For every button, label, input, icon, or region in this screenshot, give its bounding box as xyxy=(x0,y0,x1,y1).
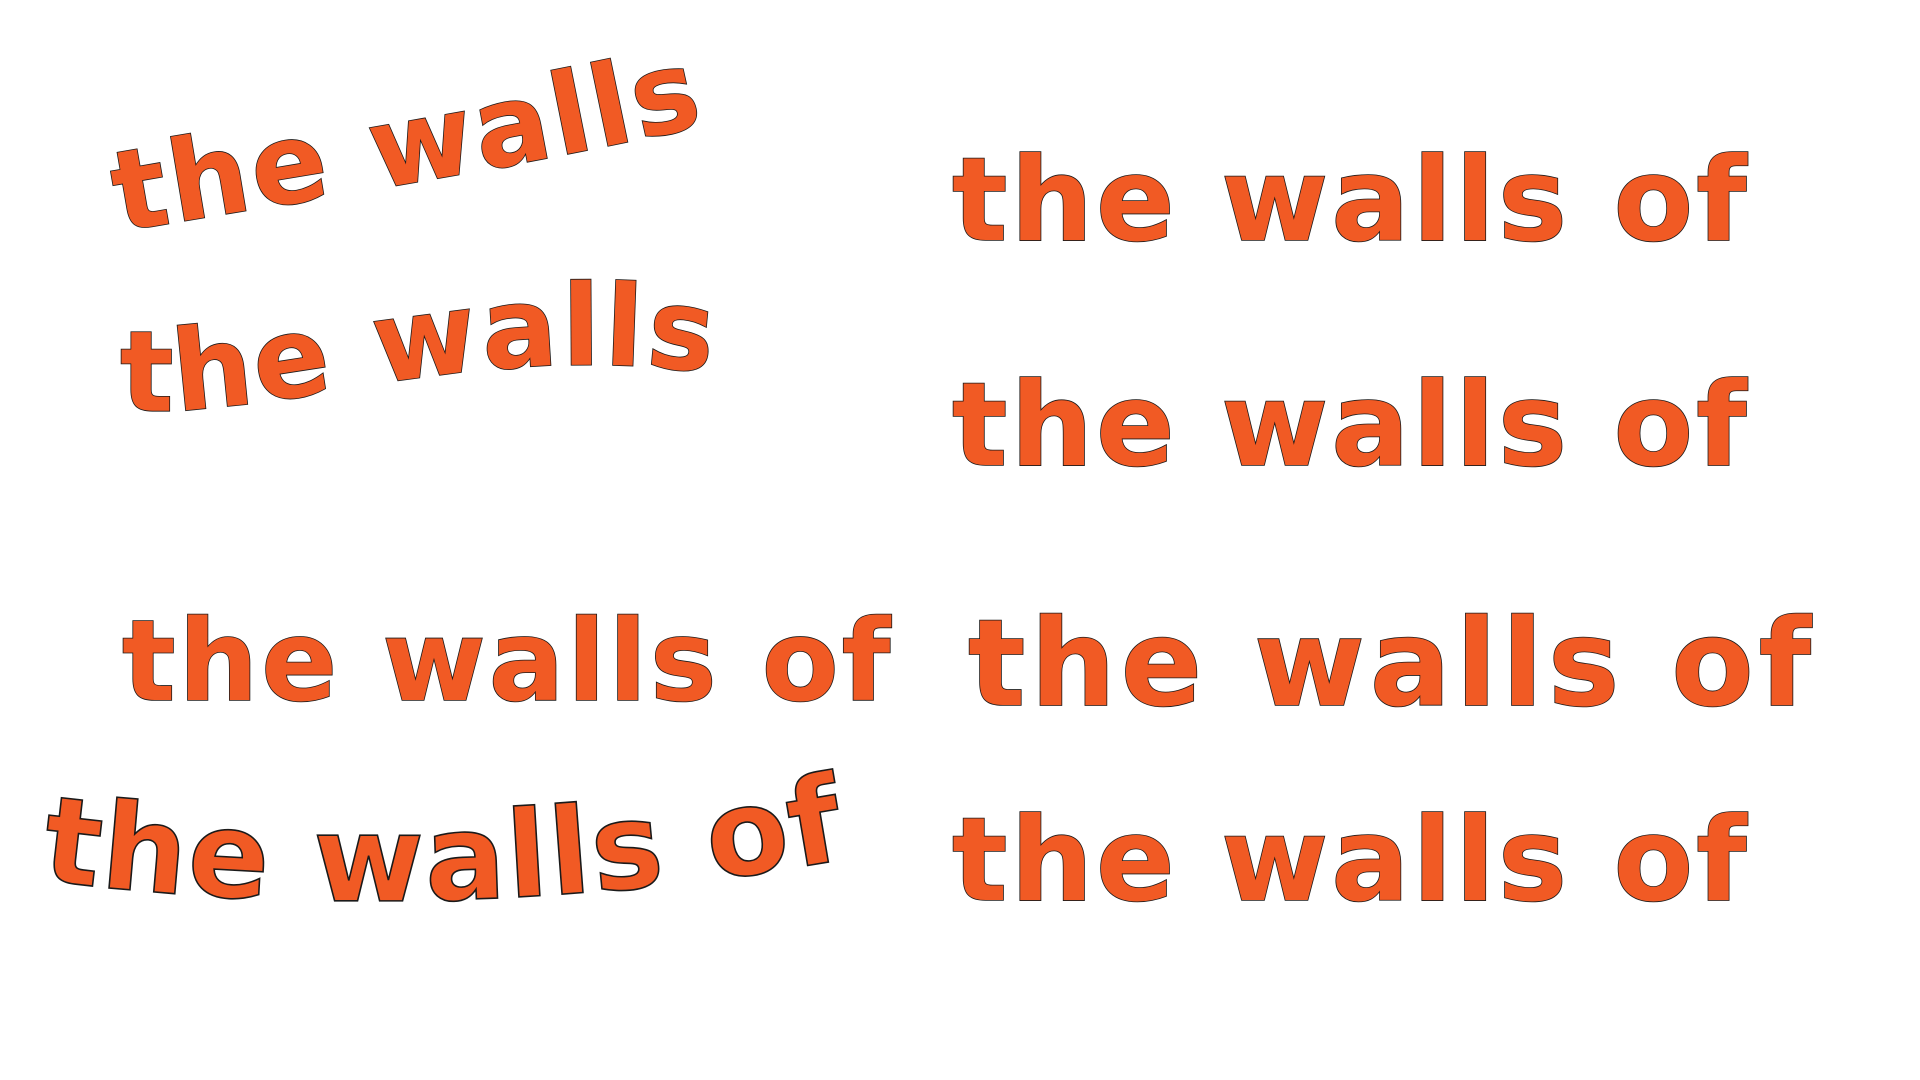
text-sample-right-4[interactable]: the walls of xyxy=(951,792,1750,929)
text-sample-right-2[interactable]: the walls of xyxy=(951,357,1750,494)
text-sample-plain-left[interactable]: the walls of xyxy=(121,596,893,728)
text-sample-right-3[interactable]: the walls of xyxy=(967,594,1816,735)
text-effects-canvas: the walls of the walls of the walls of t… xyxy=(0,0,1920,1080)
text-sample-right-1[interactable]: the walls of xyxy=(951,132,1750,269)
right-2-text-label: the walls of xyxy=(952,358,1750,493)
right-3-text-label: the walls of xyxy=(968,595,1816,734)
right-1-text-label: the walls of xyxy=(952,133,1750,268)
plain-left-text-label: the walls of xyxy=(122,597,893,727)
right-4-text-label: the walls of xyxy=(952,793,1750,928)
